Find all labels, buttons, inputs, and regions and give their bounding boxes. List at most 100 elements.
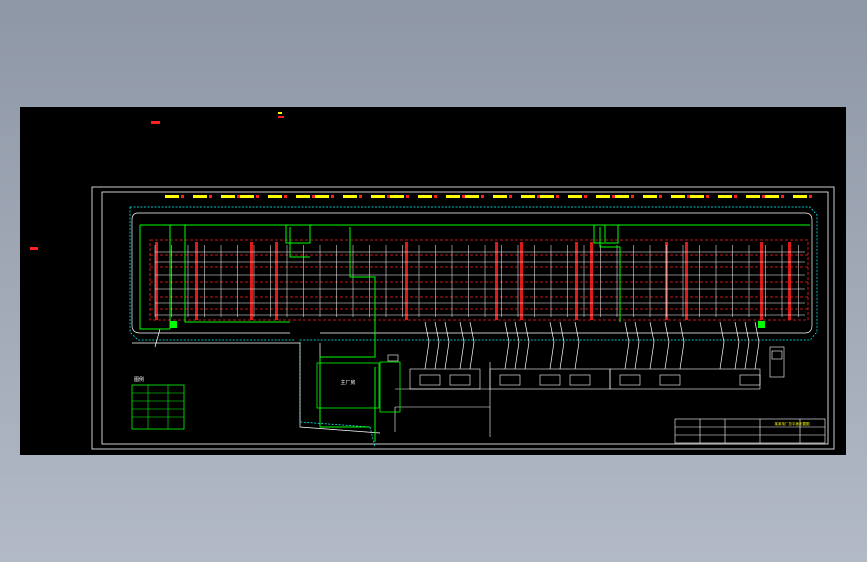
top-label-marker: [343, 195, 357, 198]
top-label-marker: [793, 195, 807, 198]
main-building: 主厂房: [316, 354, 401, 413]
legend-title: 图例: [134, 376, 144, 383]
red-column: [760, 242, 763, 320]
top-label-marker: [718, 195, 732, 198]
top-label-marker: [746, 195, 760, 198]
top-label-dot: [406, 195, 409, 198]
site-boundary: [129, 206, 818, 448]
cable-drop: [469, 321, 475, 370]
cable-drop: [634, 321, 640, 370]
top-label-dot: [809, 195, 812, 198]
cable-drop: [754, 321, 760, 370]
top-label-marker: [240, 195, 254, 198]
cable-drop: [679, 321, 685, 370]
top-label-dot: [359, 195, 362, 198]
red-column: [685, 242, 688, 320]
cable-drop: [524, 321, 530, 370]
red-column: [195, 242, 198, 320]
cable-drop: [734, 321, 740, 370]
red-column: [575, 242, 578, 320]
cad-viewport[interactable]: 主厂房 图例 某某电厂总平面布置图: [20, 107, 846, 455]
top-label-dot: [237, 195, 240, 198]
top-label-row: [165, 195, 812, 198]
top-label-marker: [221, 195, 235, 198]
top-label-marker: [671, 195, 685, 198]
top-label-dot: [659, 195, 662, 198]
top-label-dot: [312, 195, 315, 198]
cable-drop: [574, 321, 580, 370]
top-label-marker: [690, 195, 704, 198]
cable-drop: [649, 321, 655, 370]
top-label-marker: [643, 195, 657, 198]
top-label-dot: [612, 195, 615, 198]
top-label-marker: [446, 195, 460, 198]
cable-drop: [664, 321, 670, 370]
top-label-marker: [540, 195, 554, 198]
top-label-dot: [762, 195, 765, 198]
drawing-frame: [91, 186, 835, 450]
cad-drawing[interactable]: 主厂房 图例 某某电厂总平面布置图: [20, 107, 846, 455]
top-label-dot: [556, 195, 559, 198]
cable-drop: [549, 321, 555, 370]
top-label-dot: [256, 195, 259, 198]
top-label-marker: [418, 195, 432, 198]
red-column: [405, 242, 408, 320]
red-column: [275, 242, 278, 320]
cable-drop: [424, 321, 430, 370]
top-label-marker: [493, 195, 507, 198]
top-label-marker: [568, 195, 582, 198]
top-label-marker: [165, 195, 179, 198]
top-label-dot: [631, 195, 634, 198]
top-label-dot: [481, 195, 484, 198]
top-label-marker: [296, 195, 310, 198]
cable-drop: [459, 321, 465, 370]
red-column: [495, 242, 498, 320]
cable-drop: [444, 321, 450, 370]
top-label-marker: [315, 195, 329, 198]
top-label-dot: [734, 195, 737, 198]
cable-drop: [504, 321, 510, 370]
lower-cabinets: [394, 346, 785, 437]
main-building-label: 主厂房: [340, 379, 355, 386]
red-column-marks: [155, 242, 791, 320]
top-label-dot: [209, 195, 212, 198]
cable-drop: [559, 321, 565, 370]
top-label-marker: [465, 195, 479, 198]
top-markers: [30, 112, 284, 250]
cable-drop: [719, 321, 725, 370]
cable-drop: [434, 321, 440, 370]
top-label-marker: [521, 195, 535, 198]
top-label-marker: [193, 195, 207, 198]
top-label-dot: [387, 195, 390, 198]
top-label-dot: [509, 195, 512, 198]
top-label-dot: [537, 195, 540, 198]
top-label-marker: [615, 195, 629, 198]
top-label-dot: [781, 195, 784, 198]
red-column: [788, 242, 791, 320]
top-label-dot: [687, 195, 690, 198]
cable-routes: [139, 224, 810, 442]
top-label-marker: [596, 195, 610, 198]
red-column: [155, 242, 158, 320]
top-label-marker: [765, 195, 779, 198]
top-label-marker: [390, 195, 404, 198]
red-column: [520, 242, 523, 320]
title-block-project: 某某电厂总平面布置图: [775, 421, 810, 426]
top-label-dot: [434, 195, 437, 198]
top-label-dot: [584, 195, 587, 198]
top-label-marker: [268, 195, 282, 198]
top-label-dot: [331, 195, 334, 198]
red-column: [250, 242, 253, 320]
cable-drop: [514, 321, 520, 370]
title-block: 某某电厂总平面布置图: [674, 418, 826, 444]
cable-drops: [424, 321, 760, 370]
top-label-dot: [706, 195, 709, 198]
cable-drop: [624, 321, 630, 370]
red-column: [590, 242, 593, 320]
legend-table: 图例: [131, 376, 185, 430]
top-label-dot: [181, 195, 184, 198]
top-label-dot: [284, 195, 287, 198]
cable-drop: [744, 321, 750, 370]
roads: [131, 212, 813, 434]
top-label-dot: [462, 195, 465, 198]
